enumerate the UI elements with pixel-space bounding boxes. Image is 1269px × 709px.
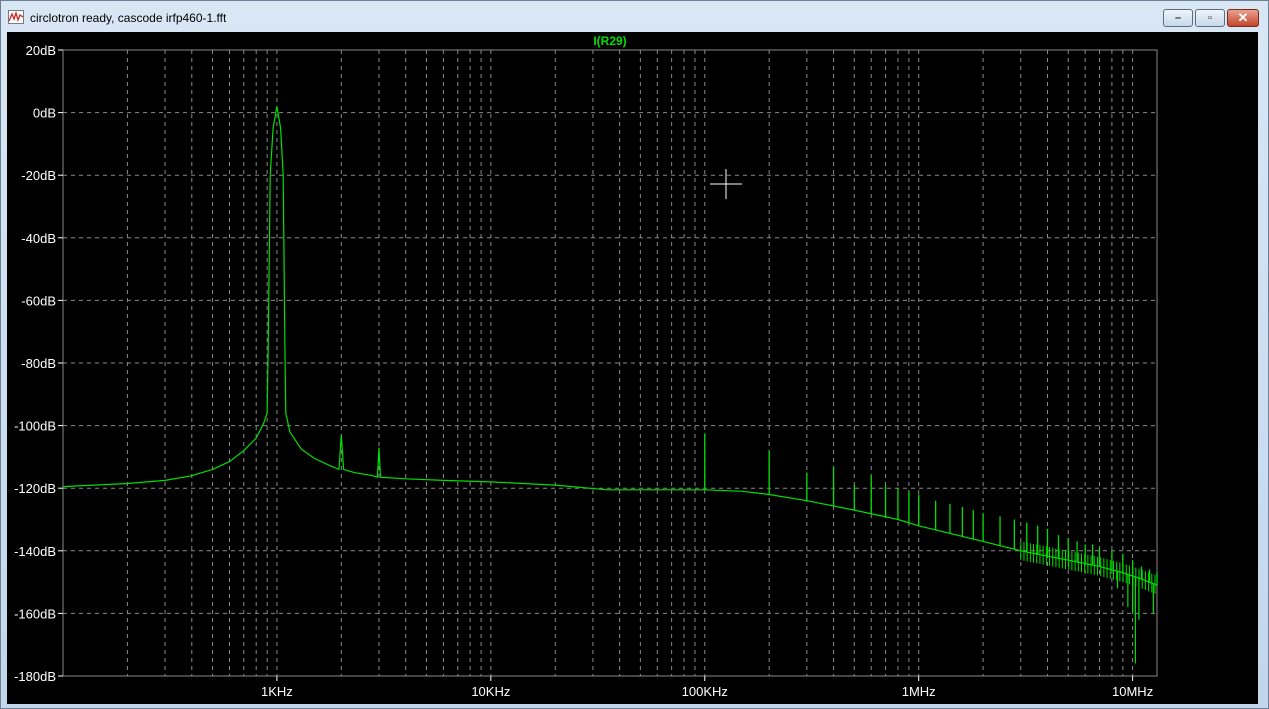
y-tick-label: -140dB bbox=[14, 544, 56, 559]
y-tick-label: -80dB bbox=[21, 356, 56, 371]
minimize-button[interactable]: – bbox=[1163, 9, 1193, 27]
y-tick-label: -120dB bbox=[14, 481, 56, 496]
trace-line bbox=[62, 106, 1158, 586]
x-tick-label: 100KHz bbox=[682, 684, 728, 699]
x-tick-label: 1MHz bbox=[902, 684, 936, 699]
waveform-app-icon bbox=[8, 10, 24, 24]
y-tick-label: 0dB bbox=[33, 106, 56, 121]
x-axis-ticks: 1KHz 10KHz 100KHz 1MHz 10MHz bbox=[261, 676, 1153, 699]
y-axis-ticks: 20dB 0dB -20dB -40dB -60dB -80dB -100dB -120dB -… bbox=[14, 43, 63, 684]
y-tick-label: 20dB bbox=[26, 43, 56, 58]
maximize-button[interactable]: ▫ bbox=[1195, 9, 1225, 27]
app-window: circlotron ready, cascode irfp460-1.fft … bbox=[0, 0, 1269, 709]
y-tick-label: -20dB bbox=[21, 168, 56, 183]
y-tick-label: -40dB bbox=[21, 231, 56, 246]
close-icon: ✕ bbox=[1237, 10, 1249, 25]
y-tick-label: -100dB bbox=[14, 419, 56, 434]
fft-plot-pane[interactable]: 20dB 0dB -20dB -40dB -60dB -80dB -100dB -120dB -… bbox=[7, 32, 1258, 704]
y-tick-label: -180dB bbox=[14, 669, 56, 684]
fft-chart[interactable]: 20dB 0dB -20dB -40dB -60dB -80dB -100dB -120dB -… bbox=[7, 32, 1258, 704]
trace-title: I(R29) bbox=[593, 34, 626, 48]
plot-grid bbox=[63, 50, 1157, 676]
trace-group bbox=[62, 106, 1158, 664]
y-tick-label: -160dB bbox=[14, 606, 56, 621]
minimize-icon: – bbox=[1174, 12, 1182, 24]
x-tick-label: 1KHz bbox=[261, 684, 293, 699]
title-bar[interactable]: circlotron ready, cascode irfp460-1.fft … bbox=[1, 1, 1268, 33]
x-tick-label: 10KHz bbox=[471, 684, 510, 699]
maximize-icon: ▫ bbox=[1208, 12, 1212, 24]
crosshair-cursor bbox=[710, 169, 742, 199]
window-title: circlotron ready, cascode irfp460-1.fft bbox=[30, 11, 227, 25]
close-button[interactable]: ✕ bbox=[1227, 9, 1259, 27]
x-tick-label: 10MHz bbox=[1112, 684, 1153, 699]
y-tick-label: -60dB bbox=[21, 293, 56, 308]
